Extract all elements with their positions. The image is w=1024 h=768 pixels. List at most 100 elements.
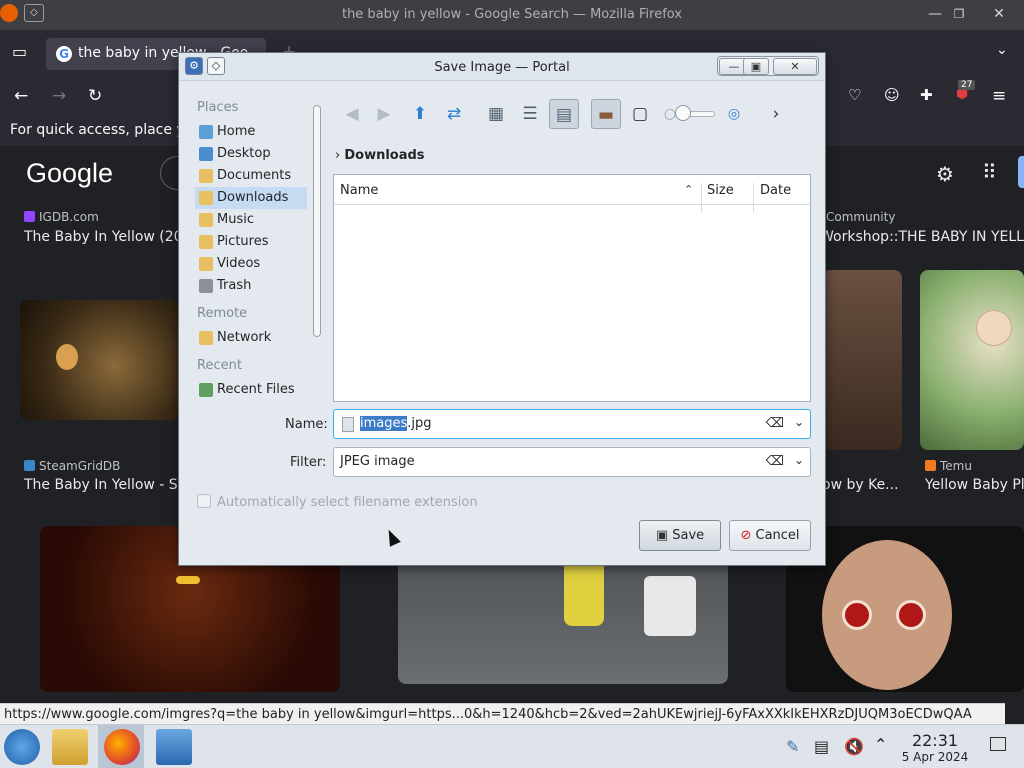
extensions-icon[interactable]: ✚: [920, 86, 933, 104]
baby-figure-icon: [56, 344, 78, 370]
forward-arrow-icon[interactable]: ▶: [369, 99, 399, 129]
place-recent-files[interactable]: Recent Files: [195, 379, 307, 401]
music-folder-icon: [199, 213, 213, 227]
result-title[interactable]: Yellow Baby Plu: [925, 477, 1024, 493]
firefox-taskbar-icon[interactable]: [104, 729, 140, 765]
save-button[interactable]: ▣ Save: [639, 520, 721, 551]
more-toolbar-icon[interactable]: ›: [761, 99, 791, 129]
recent-files-icon: [199, 383, 213, 397]
zoom-in-icon[interactable]: ◎: [719, 99, 749, 129]
file-dialog-toolbar: ◀ ▶ ⬆ ⇄ ▦ ☰ ▤ ▬ ▢ ○ ◎ ›: [333, 97, 811, 131]
result-image[interactable]: [920, 270, 1024, 450]
tray-expand-icon[interactable]: ⌃: [874, 735, 887, 754]
result-title[interactable]: The Baby In Yellow (202: [24, 229, 180, 245]
settings-gear-icon[interactable]: ⚙: [936, 162, 954, 186]
reload-icon[interactable]: ⇄: [439, 99, 469, 129]
toilet-shape: [644, 576, 696, 636]
result-title[interactable]: Workshop::THE BABY IN YELLO: [820, 229, 1024, 245]
breadcrumb-chevron-icon: ›: [335, 148, 345, 163]
close-dialog-button[interactable]: ✕: [773, 58, 817, 75]
start-menu-icon[interactable]: [4, 729, 40, 765]
place-pictures[interactable]: Pictures: [195, 231, 307, 253]
parent-folder-icon[interactable]: ⬆: [405, 99, 435, 129]
maximize-button[interactable]: ❐: [948, 4, 970, 24]
column-separator: [753, 183, 754, 213]
column-date[interactable]: Date: [760, 183, 791, 198]
account-icon[interactable]: ☺: [884, 86, 900, 104]
place-desktop[interactable]: Desktop: [195, 143, 307, 165]
temu-icon: [925, 460, 936, 471]
result-source: Community: [826, 210, 896, 224]
google-logo[interactable]: Google: [26, 158, 113, 189]
back-arrow-icon[interactable]: ◀: [337, 99, 367, 129]
clear-text-icon[interactable]: ⌫: [766, 416, 784, 431]
tab-list-icon[interactable]: ▭: [12, 42, 27, 61]
reload-icon[interactable]: ↻: [88, 86, 102, 106]
maximize-button[interactable]: ▣: [743, 58, 769, 75]
sign-in-button[interactable]: [1018, 156, 1024, 188]
eye-shape: [896, 600, 926, 630]
cancel-icon: ⊘: [740, 528, 752, 543]
column-separator: [701, 183, 702, 213]
place-downloads[interactable]: Downloads: [195, 187, 307, 209]
list-all-tabs-icon[interactable]: ⌄: [996, 42, 1008, 58]
result-source: IGDB.com: [24, 210, 99, 224]
volume-muted-icon[interactable]: 🔇: [844, 737, 864, 756]
place-videos[interactable]: Videos: [195, 253, 307, 275]
zoom-slider-handle[interactable]: [675, 105, 691, 121]
checkbox-box[interactable]: [197, 494, 211, 508]
icon-view-icon[interactable]: ▦: [481, 99, 511, 129]
result-image[interactable]: [822, 270, 902, 450]
filter-label: Filter:: [290, 455, 327, 470]
google-favicon-icon: G: [56, 46, 72, 62]
remote-header: Remote: [197, 306, 248, 321]
column-name[interactable]: Name: [340, 183, 378, 198]
file-list[interactable]: Name ⌃ Size Date: [333, 174, 811, 402]
minimize-button[interactable]: —: [924, 4, 946, 24]
forward-icon[interactable]: →: [52, 86, 66, 106]
recent-header: Recent: [197, 358, 242, 373]
preview-toggle-icon[interactable]: ▬: [591, 99, 621, 129]
compact-view-icon[interactable]: ☰: [515, 99, 545, 129]
panel-toggle-icon[interactable]: ▢: [625, 99, 655, 129]
back-icon[interactable]: ←: [14, 86, 28, 106]
apps-grid-icon[interactable]: ⠿: [982, 160, 997, 184]
file-name-value: images.jpg: [360, 416, 432, 431]
sort-ascending-icon: ⌃: [684, 183, 694, 196]
column-size[interactable]: Size: [707, 183, 734, 198]
documents-folder-icon: [199, 169, 213, 183]
notes-icon[interactable]: ▤: [814, 737, 829, 756]
breadcrumb-folder[interactable]: Downloads: [344, 148, 424, 163]
place-network[interactable]: Network: [195, 327, 307, 349]
result-image[interactable]: [20, 300, 178, 420]
menu-icon[interactable]: ≡: [992, 86, 1006, 106]
clipboard-icon[interactable]: ✎: [786, 737, 799, 756]
close-window-button[interactable]: ✕: [988, 4, 1010, 24]
result-title[interactable]: The Baby In Yellow - Ste: [24, 477, 180, 493]
pocket-icon[interactable]: ♡: [848, 86, 861, 104]
auto-extension-checkbox[interactable]: Automatically select filename extension: [197, 494, 478, 510]
chevron-down-icon[interactable]: ⌄: [794, 453, 804, 467]
clock[interactable]: 22:31 5 Apr 2024: [900, 731, 970, 764]
glowing-eyes-icon: [176, 576, 200, 584]
videos-folder-icon: [199, 257, 213, 271]
place-trash[interactable]: Trash: [195, 275, 307, 297]
file-name-field[interactable]: images.jpg ⌫ ⌄: [333, 409, 811, 439]
show-desktop-icon[interactable]: [990, 737, 1006, 751]
result-title[interactable]: ow by Ke...: [822, 477, 902, 493]
chevron-down-icon[interactable]: ⌄: [794, 415, 804, 429]
place-documents[interactable]: Documents: [195, 165, 307, 187]
breadcrumb[interactable]: › Downloads: [335, 148, 425, 163]
downloads-folder-icon: [199, 191, 213, 205]
filter-field[interactable]: JPEG image ⌫ ⌄: [333, 447, 811, 477]
place-music[interactable]: Music: [195, 209, 307, 231]
places-scrollbar[interactable]: [313, 105, 321, 337]
detail-view-icon[interactable]: ▤: [549, 99, 579, 129]
portal-dialog-taskbar-icon[interactable]: [156, 729, 192, 765]
file-manager-icon[interactable]: [52, 729, 88, 765]
cancel-button[interactable]: ⊘ Cancel: [729, 520, 811, 551]
clear-text-icon[interactable]: ⌫: [766, 454, 784, 469]
name-label: Name:: [285, 417, 328, 432]
place-home[interactable]: Home: [195, 121, 307, 143]
steamgriddb-icon: [24, 460, 35, 471]
